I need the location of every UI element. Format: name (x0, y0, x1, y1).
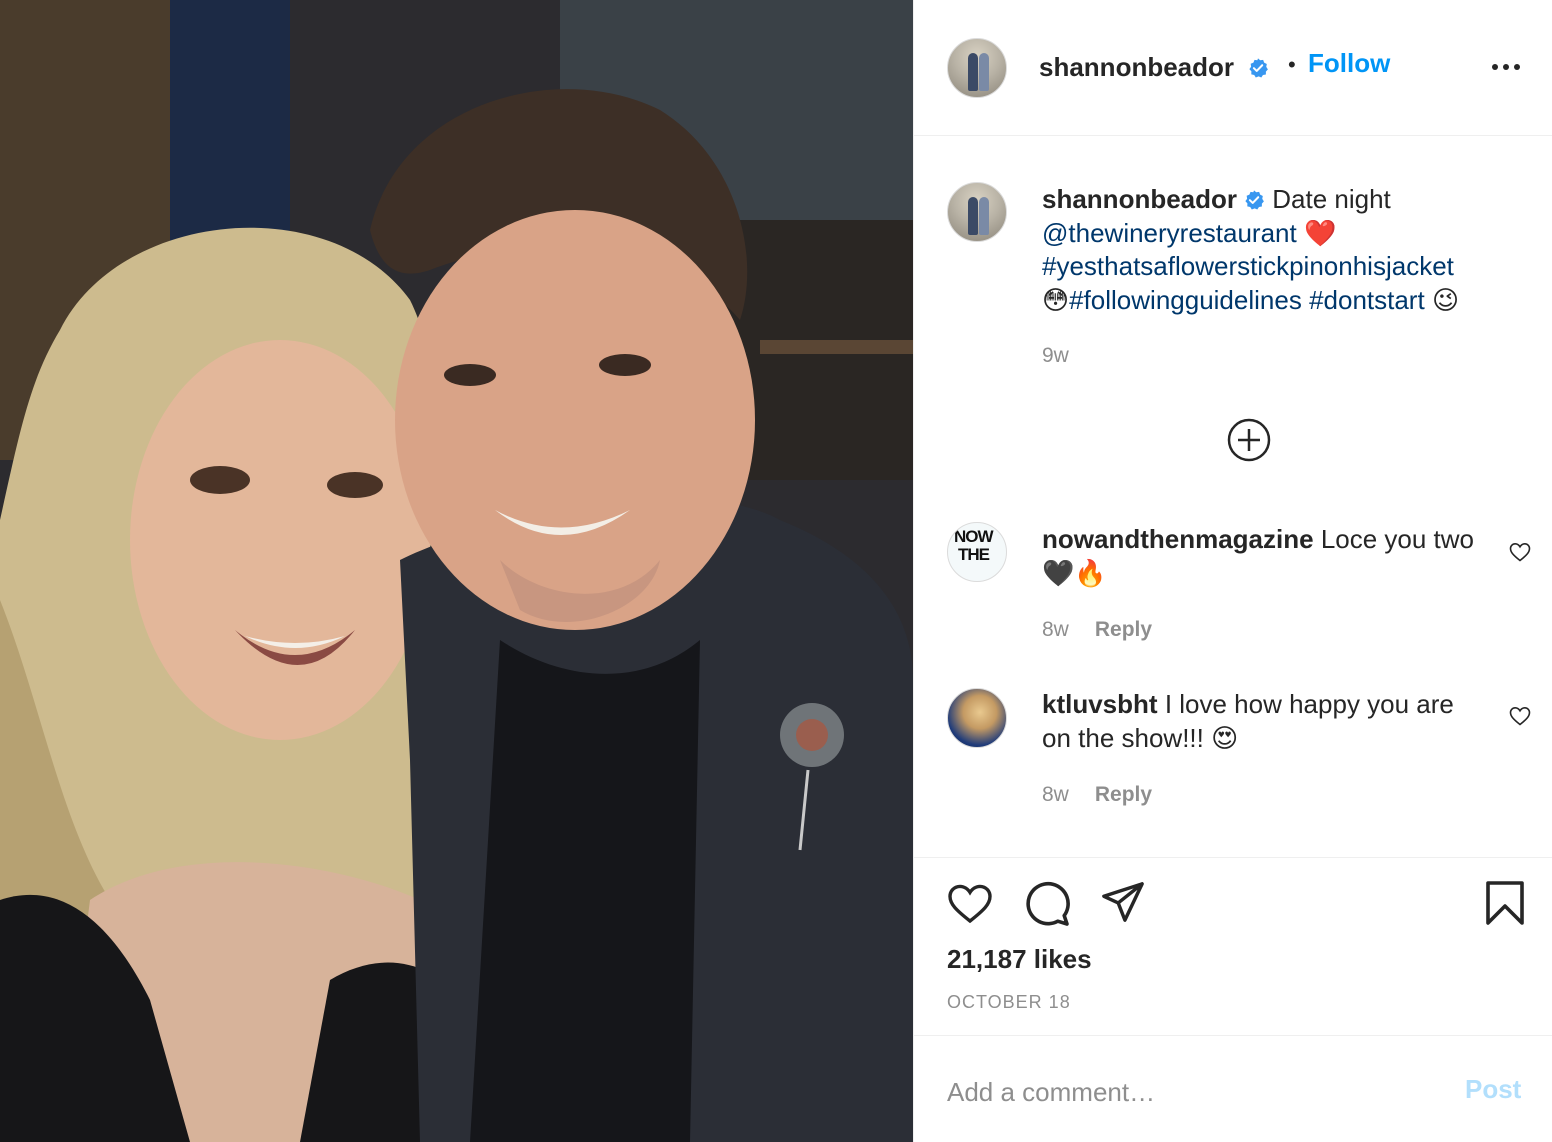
comment-bubble-icon[interactable] (1023, 880, 1071, 928)
plus-circle-icon[interactable] (1226, 417, 1272, 463)
post-photo[interactable] (0, 0, 913, 1142)
post-caption: shannonbeador Date night @thewineryresta… (1042, 183, 1522, 317)
add-comment-input[interactable] (947, 1072, 1417, 1112)
post-date: OCTOBER 18 (947, 992, 1071, 1012)
post-comment-button[interactable]: Post (1465, 1074, 1521, 1105)
caption-text: Date night (1272, 184, 1391, 214)
caption-hashtag-link[interactable]: #dontstart (1309, 285, 1425, 315)
more-options-icon[interactable] (1492, 64, 1520, 70)
comment-meta: 8w Reply (1042, 618, 1152, 642)
author-username[interactable]: shannonbeador (1039, 52, 1234, 82)
commenter-avatar[interactable] (947, 688, 1007, 748)
comment-like-heart-icon[interactable] (1508, 704, 1532, 728)
caption-author-avatar[interactable] (947, 182, 1007, 242)
author-username-row[interactable]: shannonbeador (1039, 52, 1269, 83)
verified-badge-icon (1245, 190, 1264, 210)
caption-mention-link[interactable]: @thewineryrestaurant (1042, 218, 1297, 248)
actions-divider (914, 857, 1552, 858)
reply-button[interactable]: Reply (1095, 618, 1152, 641)
likes-count[interactable]: 21,187 likes (947, 944, 1092, 975)
comment-meta: 8w Reply (1042, 783, 1152, 807)
comment-username[interactable]: nowandthenmagazine (1042, 524, 1314, 554)
comment-like-heart-icon[interactable] (1508, 540, 1532, 564)
bookmark-icon[interactable] (1485, 880, 1525, 926)
follow-button[interactable]: Follow (1308, 48, 1390, 79)
commenter-avatar[interactable]: NOW THE (947, 522, 1007, 582)
add-comment-bar: Post (914, 1035, 1552, 1142)
wink-emoji: 😉 (1431, 284, 1460, 315)
reply-button[interactable]: Reply (1095, 783, 1152, 806)
heart-icon[interactable] (946, 880, 994, 926)
comment-emoji: 😍 (1211, 722, 1239, 753)
author-avatar[interactable] (947, 38, 1007, 98)
separator-dot: • (1288, 52, 1296, 77)
comment-age: 8w (1042, 618, 1069, 641)
paper-plane-icon[interactable] (1100, 880, 1146, 924)
verified-badge-icon (1249, 58, 1269, 78)
comment-text: Loce you two (1320, 524, 1475, 554)
comment-username[interactable]: ktluvsbht (1042, 689, 1158, 719)
comment-item: nowandthenmagazine Loce you two 🖤🔥 (1042, 523, 1482, 590)
heart-emoji: ❤️ (1303, 217, 1337, 248)
comment-emoji: 🖤🔥 (1042, 557, 1107, 588)
flushed-emoji: 😳 (1042, 284, 1070, 315)
comment-age: 8w (1042, 783, 1069, 806)
caption-hashtag-link[interactable]: #yesthatsaflowerstickpinonhisjacket (1042, 251, 1454, 281)
caption-age: 9w (1042, 344, 1069, 367)
post-details-panel: shannonbeador • Follow shannonbeador Dat… (913, 0, 1552, 1142)
post-header: shannonbeador • Follow (914, 0, 1552, 136)
photo-illustration (0, 0, 913, 1142)
comment-item: ktluvsbht I love how happy you are on th… (1042, 688, 1482, 755)
caption-username[interactable]: shannonbeador (1042, 184, 1237, 214)
caption-hashtag-link[interactable]: #followingguidelines (1069, 285, 1302, 315)
